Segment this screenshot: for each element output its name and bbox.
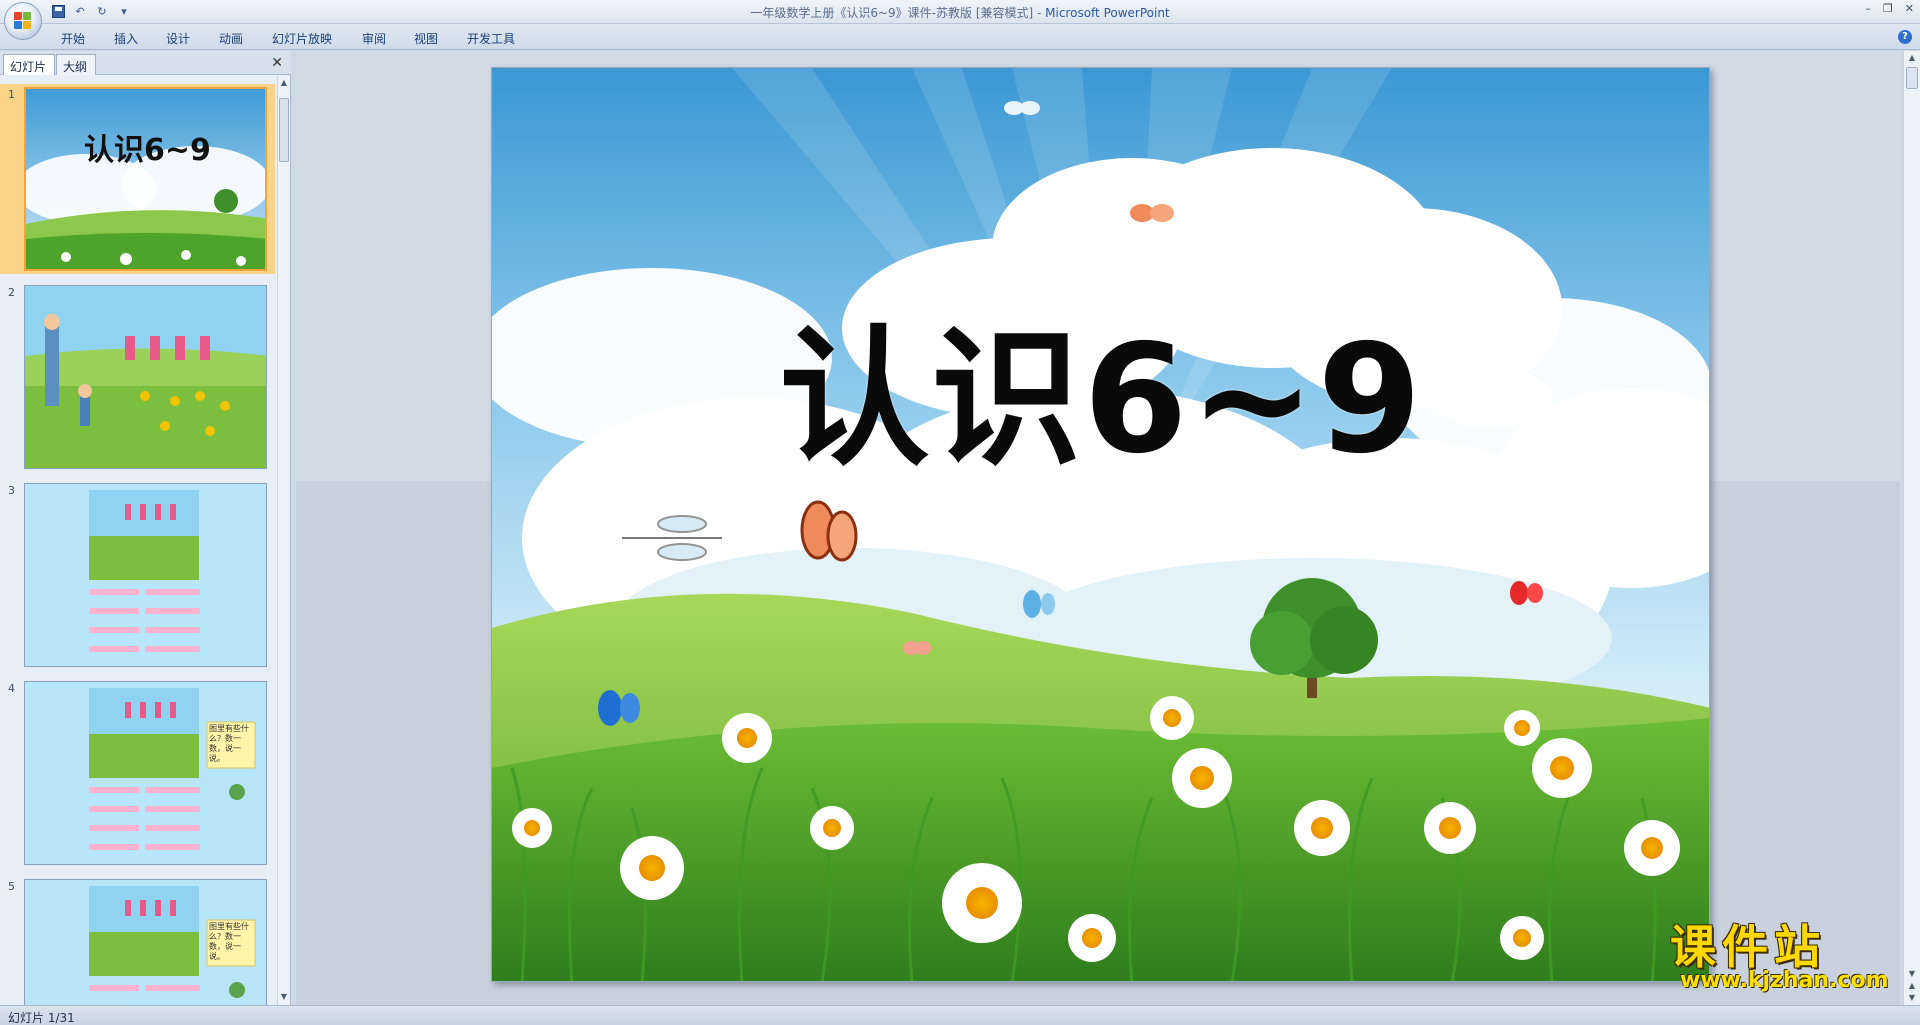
tab-outline[interactable]: 大纲 [56, 54, 97, 75]
current-slide[interactable]: 认识6~9 [491, 67, 1710, 982]
thumbnail-callout: 图里有些什么？数一数，说一说。 [209, 724, 249, 763]
document-title: 一年级数学上册《认识6~9》课件-苏教版 [兼容模式] - [750, 6, 1046, 20]
close-icon[interactable]: ✕ [1905, 2, 1914, 15]
scrollbar-thumb[interactable] [1906, 67, 1918, 89]
slide-title[interactable]: 认识6~9 [492, 278, 1709, 495]
thumbnails-scrollbar[interactable]: ▲ ▼ [277, 76, 290, 1006]
slide-thumbnail-2[interactable]: 2 ★ [0, 282, 275, 472]
office-logo-icon [14, 12, 32, 30]
undo-button[interactable]: ↶ [72, 3, 88, 19]
thumbnail-image [24, 483, 267, 667]
watermark-url: www.kjzhan.com [1680, 968, 1889, 993]
tab-insert[interactable]: 插入 [114, 30, 138, 47]
slide-thumbnail-5[interactable]: 5 ★ 图里有些什么？数一数，说一说。 [0, 876, 275, 1006]
minimize-icon[interactable]: – [1865, 2, 1871, 15]
quick-access-toolbar: ↶ ↻ ▾ [50, 3, 132, 19]
title-bar: 一年级数学上册《认识6~9》课件-苏教版 [兼容模式] - Microsoft … [0, 0, 1920, 24]
scroll-up-icon[interactable]: ▲ [279, 78, 289, 90]
thumbnail-2-art [25, 286, 266, 468]
watermark-name: 课件站 [1670, 920, 1826, 974]
redo-icon: ↻ [97, 4, 107, 18]
slide-thumbnail-3[interactable]: 3 ★ [0, 480, 275, 670]
scrollbar-thumb[interactable] [279, 98, 289, 162]
tab-home[interactable]: 开始 [61, 30, 85, 47]
thumbnail-callout: 图里有些什么？数一数，说一说。 [209, 922, 249, 961]
thumbnail-image [24, 285, 267, 469]
save-icon [51, 4, 65, 18]
app-name: Microsoft PowerPoint [1045, 6, 1170, 20]
site-watermark: 课件站 www.kjzhan.com [1670, 922, 1910, 993]
slide-thumbnail-4[interactable]: 4 ★ 图里有些什么？数一数，说一说。 [0, 678, 275, 868]
undo-icon: ↶ [75, 4, 85, 18]
slide-number: 5 [8, 880, 15, 893]
help-icon[interactable]: ? [1898, 30, 1912, 44]
editor-scrollbar[interactable]: ▲ ▼ ▲ ▼ [1903, 51, 1920, 1007]
slide-thumbnail-1[interactable]: 1 认识6~9 [0, 84, 275, 274]
scroll-up-icon[interactable]: ▲ [1907, 53, 1917, 65]
save-button[interactable] [50, 3, 66, 19]
status-bar: 幻灯片 1/31 [0, 1005, 1920, 1025]
slide-number: 2 [8, 286, 15, 299]
tab-review[interactable]: 审阅 [362, 30, 386, 47]
slide-thumbnails: 1 认识6~9 2 ★ [0, 76, 275, 1006]
ribbon-tabs: 开始 插入 设计 动画 幻灯片放映 审阅 视图 开发工具 ? [0, 24, 1920, 50]
thumbnail-4-art [89, 688, 256, 850]
thumbnail-image: 认识6~9 [24, 87, 267, 271]
customize-toolbar-button[interactable]: ▾ [116, 3, 132, 19]
window-controls: – ❐ ✕ [1865, 2, 1914, 15]
thumbnail-title: 认识6~9 [84, 133, 211, 168]
tab-view[interactable]: 视图 [414, 30, 438, 47]
tab-slideshow[interactable]: 幻灯片放映 [272, 30, 332, 47]
pane-tabs: 幻灯片 大纲 ✕ [0, 51, 291, 75]
slide-counter: 幻灯片 1/31 [8, 1011, 75, 1025]
restore-icon[interactable]: ❐ [1883, 2, 1893, 15]
tab-design[interactable]: 设计 [166, 30, 190, 47]
thumbnail-3-art [89, 490, 200, 652]
thumbnail-image: 图里有些什么？数一数，说一说。 [24, 879, 267, 1006]
tab-slides[interactable]: 幻灯片 [3, 54, 56, 75]
slide-number: 1 [8, 88, 15, 101]
next-slide-icon[interactable]: ▼ [1907, 993, 1917, 1005]
slides-pane: 幻灯片 大纲 ✕ 1 认识6~9 2 3 4 图里有些什么？数一数，说一说。 5… [0, 51, 291, 1007]
scroll-down-icon[interactable]: ▼ [279, 992, 289, 1004]
close-pane-icon[interactable]: ✕ [271, 55, 283, 71]
thumbnail-image: 图里有些什么？数一数，说一说。 [24, 681, 267, 865]
slide-background-art [492, 68, 1709, 981]
thumbnail-1-art [26, 89, 265, 269]
tab-developer[interactable]: 开发工具 [467, 30, 515, 47]
office-button[interactable] [4, 2, 42, 40]
slide-number: 3 [8, 484, 15, 497]
slide-number: 4 [8, 682, 15, 695]
dropdown-icon: ▾ [121, 4, 127, 18]
redo-button[interactable]: ↻ [94, 3, 110, 19]
tab-animations[interactable]: 动画 [219, 30, 243, 47]
window-title: 一年级数学上册《认识6~9》课件-苏教版 [兼容模式] - Microsoft … [0, 4, 1920, 21]
